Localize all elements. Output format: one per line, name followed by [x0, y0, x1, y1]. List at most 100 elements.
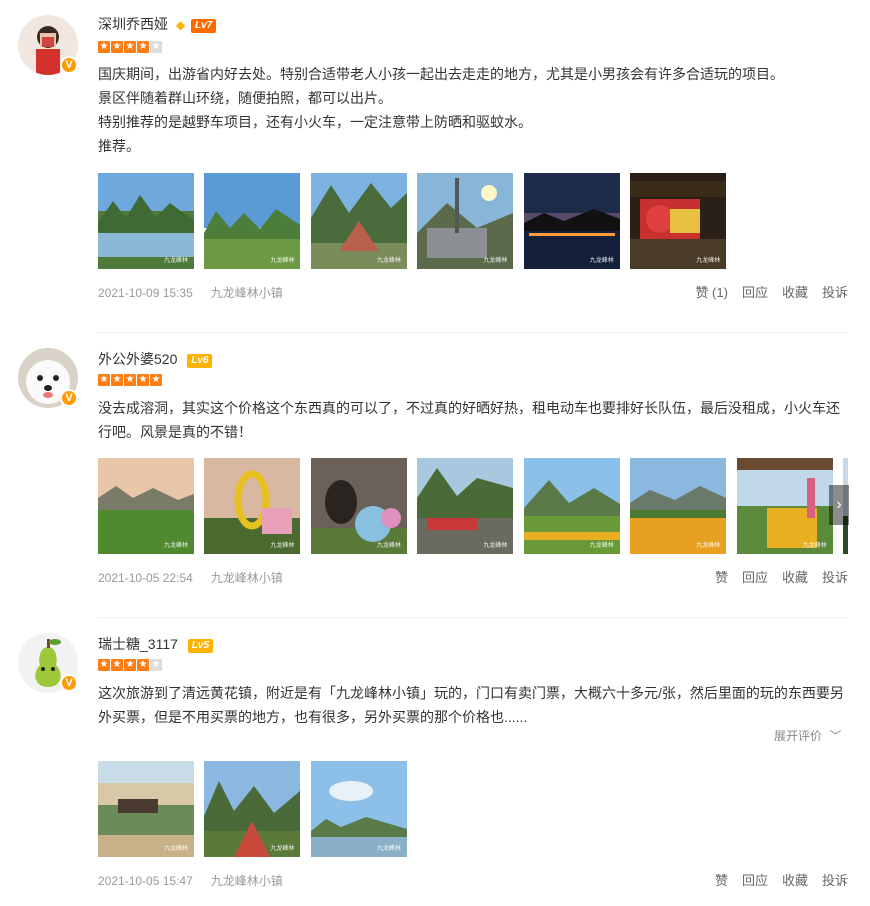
- report-button[interactable]: 投诉: [822, 873, 848, 888]
- carousel-next-button[interactable]: ›: [829, 485, 849, 525]
- review-photo[interactable]: 九龙峰林: [630, 173, 727, 269]
- review-date: 2021-10-05 22:54: [98, 571, 193, 585]
- report-button[interactable]: 投诉: [822, 570, 848, 585]
- divider: [98, 332, 848, 333]
- star-icon: [150, 373, 162, 387]
- favorite-button[interactable]: 收藏: [782, 873, 808, 888]
- watermark: 九龙峰林: [376, 543, 401, 549]
- reply-button[interactable]: 回应: [742, 285, 768, 300]
- review-photo[interactable]: 九龙峰林: [736, 458, 833, 554]
- review-photo[interactable]: 九龙峰林: [204, 458, 301, 554]
- like-button[interactable]: 赞: [715, 570, 728, 585]
- like-button[interactable]: 赞 (1): [695, 285, 728, 300]
- rating-stars: [98, 373, 163, 387]
- star-icon: [150, 40, 162, 54]
- review-meta: 2021-10-05 15:47 九龙峰林小镇: [98, 873, 283, 889]
- review-meta: 2021-10-05 22:54 九龙峰林小镇: [98, 570, 283, 586]
- review-photo[interactable]: 九龙峰林: [310, 761, 407, 857]
- star-icon: [111, 658, 123, 672]
- star-icon: [150, 658, 162, 672]
- username-row: 瑞士糖_3117 Lv5: [98, 635, 214, 653]
- watermark: 九龙峰林: [270, 846, 295, 852]
- watermark: 九龙峰林: [483, 258, 508, 264]
- vip-badge-icon: V: [60, 56, 78, 74]
- level-badge: Lv7: [191, 19, 217, 33]
- review-photo[interactable]: 九龙峰林: [417, 173, 514, 269]
- watermark: 九龙峰林: [696, 258, 721, 264]
- review-line: 这次旅游到了清远黄花镇，附近是有「九龙峰林小镇」玩的，门口有卖门票，大概六十多元…: [98, 685, 844, 701]
- favorite-button[interactable]: 收藏: [782, 285, 808, 300]
- level-badge: Lv5: [187, 639, 214, 653]
- like-button[interactable]: 赞: [715, 873, 728, 888]
- star-icon: [137, 373, 149, 387]
- star-icon: [124, 40, 136, 54]
- username[interactable]: 外公外婆520: [98, 351, 177, 367]
- star-icon: [137, 658, 149, 672]
- reply-button[interactable]: 回应: [742, 873, 768, 888]
- username[interactable]: 瑞士糖_3117: [98, 636, 178, 652]
- review-photo[interactable]: 九龙峰林: [310, 458, 407, 554]
- review-date: 2021-10-09 15:35: [98, 286, 193, 300]
- star-icon: [137, 40, 149, 54]
- watermark: 九龙峰林: [696, 543, 721, 549]
- review-place[interactable]: 九龙峰林小镇: [211, 874, 283, 888]
- divider: [98, 617, 848, 618]
- star-icon: [111, 373, 123, 387]
- review-photo[interactable]: 九龙峰林: [204, 761, 301, 857]
- watermark: 九龙峰林: [163, 846, 188, 852]
- expand-review-button[interactable]: 展开评价 ﹀: [774, 728, 841, 744]
- review-line: 行吧。风景是真的不错！: [98, 424, 252, 440]
- review-date: 2021-10-05 15:47: [98, 874, 193, 888]
- review-actions: 赞回应 收藏 投诉: [701, 570, 848, 586]
- favorite-button[interactable]: 收藏: [782, 570, 808, 585]
- watermark: 九龙峰林: [163, 258, 188, 264]
- watermark: 九龙峰林: [483, 543, 508, 549]
- review-place[interactable]: 九龙峰林小镇: [211, 571, 283, 585]
- watermark: 九龙峰林: [270, 258, 295, 264]
- review-line: 推荐。: [98, 138, 140, 154]
- review-photo[interactable]: 九龙峰林: [98, 458, 194, 554]
- star-icon: [124, 373, 136, 387]
- vip-badge-icon: V: [60, 674, 78, 692]
- review-photo[interactable]: 九龙峰林: [98, 761, 194, 857]
- review-place[interactable]: 九龙峰林小镇: [211, 286, 283, 300]
- chevron-down-icon: ﹀: [829, 729, 842, 743]
- review-photo[interactable]: 九龙峰林: [204, 173, 301, 269]
- watermark: 九龙峰林: [270, 543, 295, 549]
- photo-strip: 九龙峰林 九龙峰林 九龙峰林 九龙峰林 九龙峰林 九龙峰林: [98, 173, 848, 269]
- review-text: 没去成溶洞，其实这个价格这个东西真的可以了，不过真的好晒好热，租电动车也要排好长…: [98, 396, 850, 444]
- review-line: 没去成溶洞，其实这个价格这个东西真的可以了，不过真的好晒好热，租电动车也要排好长…: [98, 400, 840, 416]
- username-row: 深圳乔西娅 ◆ Lv7: [98, 15, 217, 34]
- review-photo[interactable]: 九龙峰林: [630, 458, 727, 554]
- star-icon: [124, 658, 136, 672]
- review-line: 特别推荐的是越野车项目，还有小火车，一定注意带上防晒和驱蚊水。: [98, 114, 532, 130]
- review-photo[interactable]: 九龙峰林: [310, 173, 407, 269]
- watermark: 九龙峰林: [376, 258, 401, 264]
- watermark: 九龙峰林: [589, 543, 614, 549]
- photo-strip: 九龙峰林 九龙峰林 九龙峰林 九龙峰林 九龙峰林 九龙峰林 九龙峰林: [98, 458, 848, 554]
- username-row: 外公外婆520 Lv6: [98, 350, 213, 368]
- diamond-icon: ◆: [175, 18, 186, 32]
- watermark: 九龙峰林: [802, 543, 827, 549]
- watermark: 九龙峰林: [376, 846, 401, 852]
- review-meta: 2021-10-09 15:35 九龙峰林小镇: [98, 285, 283, 301]
- username[interactable]: 深圳乔西娅: [98, 16, 168, 32]
- review-photo[interactable]: 九龙峰林: [417, 458, 514, 554]
- level-badge: Lv6: [187, 354, 213, 368]
- rating-stars: [98, 658, 163, 672]
- vip-badge-icon: V: [60, 389, 78, 407]
- expand-label: 展开评价: [774, 729, 823, 743]
- star-icon: [98, 373, 110, 387]
- reply-button[interactable]: 回应: [742, 570, 768, 585]
- photo-strip: 九龙峰林 九龙峰林 九龙峰林: [98, 761, 848, 857]
- review-photo[interactable]: 九龙峰林: [98, 173, 194, 269]
- star-icon: [98, 40, 110, 54]
- star-icon: [111, 40, 123, 54]
- star-icon: [98, 658, 110, 672]
- review-line: 国庆期间，出游省内好去处。特别合适带老人小孩一起出去走走的地方，尤其是小男孩会有…: [98, 66, 784, 82]
- review-photo[interactable]: 九龙峰林: [523, 458, 620, 554]
- review-text: 这次旅游到了清远黄花镇，附近是有「九龙峰林小镇」玩的，门口有卖门票，大概六十多元…: [98, 681, 850, 729]
- review-actions: 赞回应 收藏 投诉: [701, 873, 848, 889]
- report-button[interactable]: 投诉: [822, 285, 848, 300]
- review-photo[interactable]: 九龙峰林: [523, 173, 620, 269]
